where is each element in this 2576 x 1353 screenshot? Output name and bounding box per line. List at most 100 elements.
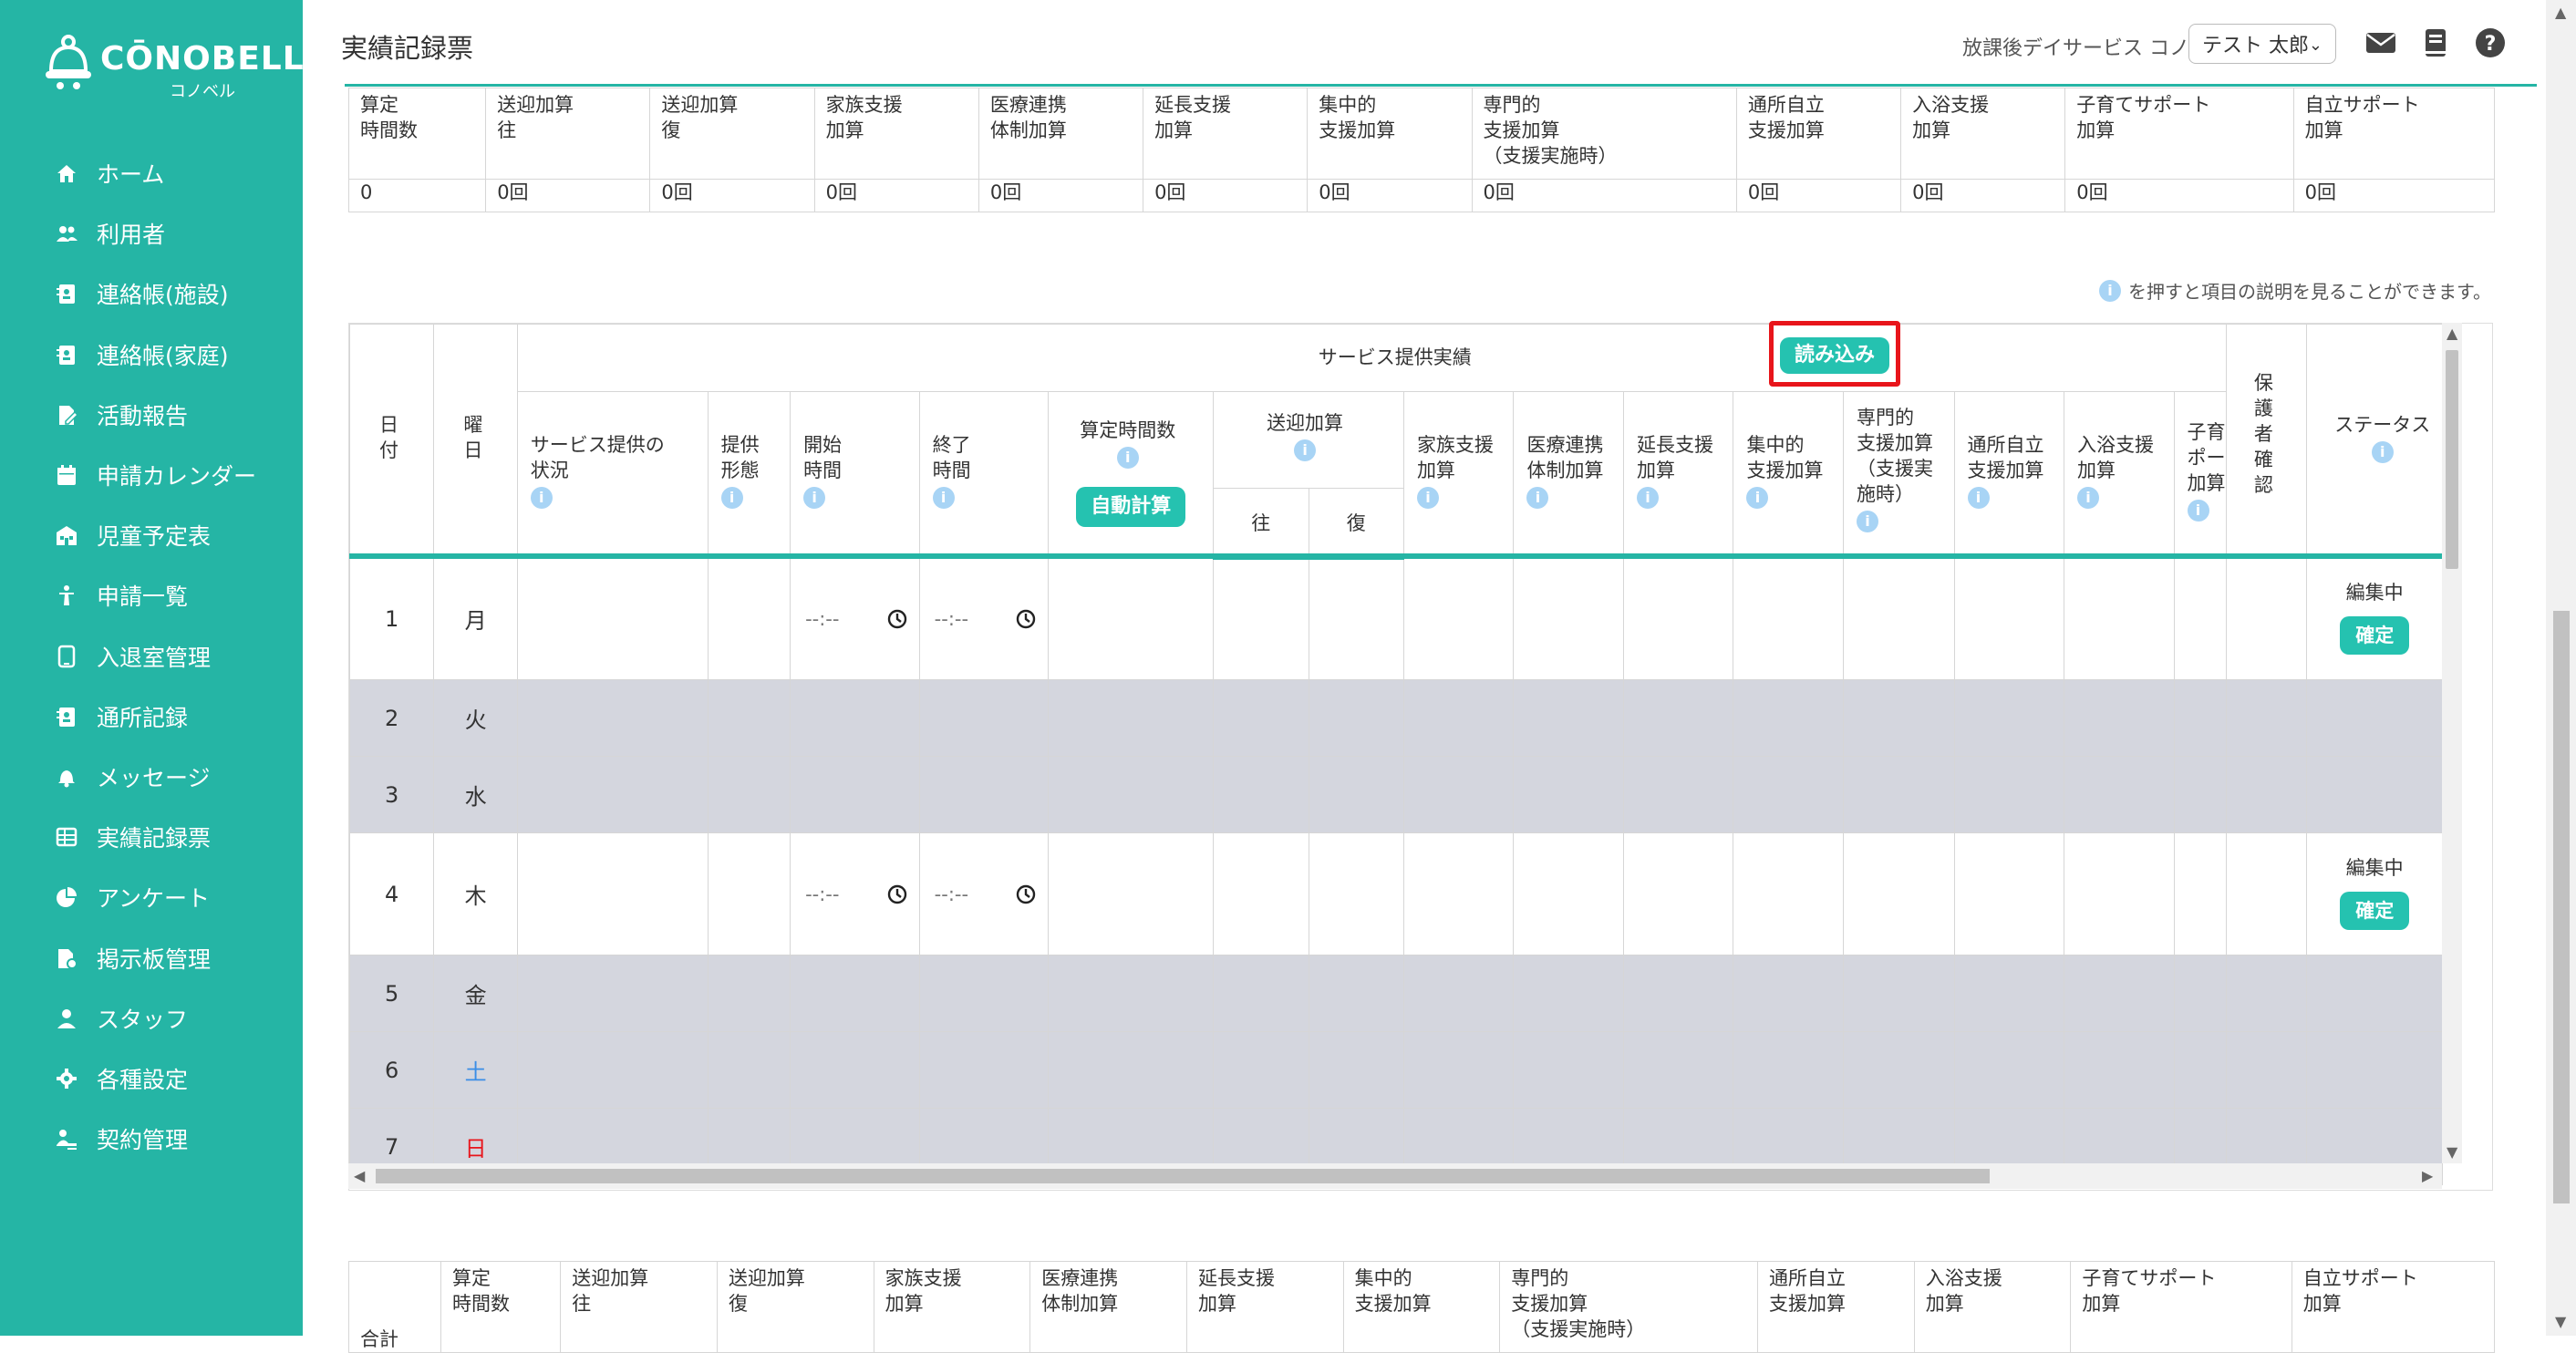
- sidebar-item-5[interactable]: 活動報告: [55, 393, 292, 437]
- pie-chart-icon: [55, 885, 78, 909]
- clock-icon[interactable]: [886, 883, 908, 905]
- scroll-thumb[interactable]: [2446, 350, 2458, 569]
- info-icon[interactable]: i: [1526, 487, 1549, 509]
- summary-header: 通所自立 支援加算: [1757, 1261, 1915, 1353]
- grid-cell[interactable]: [1402, 832, 1515, 955]
- grid-cell[interactable]: [1402, 557, 1515, 680]
- grid-cell[interactable]: [1213, 832, 1309, 955]
- sidebar-item-11[interactable]: メッセージ: [55, 755, 292, 799]
- info-icon[interactable]: i: [1416, 487, 1439, 509]
- scroll-down-icon[interactable]: ▼: [2555, 1313, 2566, 1330]
- scroll-thumb[interactable]: [2553, 611, 2570, 1203]
- help-icon[interactable]: ?: [2473, 26, 2508, 60]
- sidebar-item-8[interactable]: 申請一覧: [55, 573, 292, 617]
- grid-cell[interactable]: [2173, 557, 2227, 680]
- grid-cell[interactable]: [1843, 557, 1955, 680]
- end-time-input[interactable]: --:--: [918, 557, 1050, 680]
- info-icon[interactable]: i: [1294, 439, 1317, 461]
- sidebar-item-6[interactable]: 申請カレンダー: [55, 453, 292, 497]
- summary-header: 算定 時間数: [347, 88, 487, 180]
- grid-cell[interactable]: [2064, 557, 2175, 680]
- sidebar-item-4[interactable]: 連絡帳(家庭): [55, 333, 292, 377]
- sidebar-item-15[interactable]: スタッフ: [55, 997, 292, 1040]
- user-select[interactable]: テスト 太郎 ⌄: [2188, 24, 2336, 64]
- info-icon[interactable]: i: [2371, 441, 2394, 463]
- end-time-input[interactable]: --:--: [918, 832, 1050, 955]
- clock-icon[interactable]: [1015, 883, 1037, 905]
- grid-cell[interactable]: [2225, 557, 2308, 680]
- sidebar-item-17[interactable]: 契約管理: [55, 1117, 292, 1161]
- info-icon[interactable]: i: [2077, 487, 2100, 509]
- start-time-input[interactable]: --:--: [790, 832, 920, 955]
- info-icon[interactable]: i: [1636, 487, 1659, 509]
- confirm-button[interactable]: 確定: [2340, 616, 2410, 655]
- scroll-right-icon[interactable]: ▶: [2422, 1167, 2433, 1184]
- info-icon[interactable]: i: [2187, 500, 2209, 522]
- info-icon[interactable]: i: [1746, 487, 1769, 509]
- info-icon[interactable]: i: [530, 487, 553, 509]
- grid-cell[interactable]: [1048, 557, 1215, 680]
- grid-cell[interactable]: [2064, 832, 2175, 955]
- scroll-thumb[interactable]: [376, 1169, 1990, 1183]
- users-icon: [55, 222, 78, 245]
- grid-cell[interactable]: [1513, 557, 1624, 680]
- confirm-button[interactable]: 確定: [2340, 892, 2410, 930]
- info-icon[interactable]: i: [932, 487, 955, 509]
- start-time-input[interactable]: --:--: [790, 557, 920, 680]
- col-bath-header: 入浴支援 加算 i: [2064, 391, 2175, 558]
- grid-cell[interactable]: [707, 557, 791, 680]
- grid-cell[interactable]: [516, 557, 709, 680]
- page-scrollbar[interactable]: ▲ ▼: [2546, 0, 2576, 1336]
- sidebar-item-16[interactable]: 各種設定: [55, 1057, 292, 1100]
- scroll-down-icon[interactable]: ▼: [2447, 1143, 2457, 1161]
- grid-cell[interactable]: [1622, 557, 1734, 680]
- grid-cell[interactable]: [707, 832, 791, 955]
- sidebar-item-12[interactable]: 実績記録票: [55, 815, 292, 859]
- grid-cell[interactable]: [1733, 832, 1844, 955]
- info-icon[interactable]: i: [1967, 487, 1990, 509]
- sidebar-item-13[interactable]: アンケート: [55, 875, 292, 919]
- sidebar-item-9[interactable]: 入退室管理: [55, 635, 292, 678]
- grid-cell[interactable]: [1308, 832, 1404, 955]
- grid-cell[interactable]: [1733, 557, 1844, 680]
- app-logo[interactable]: CŌNOBELL コノベル: [42, 35, 304, 101]
- grid-cell[interactable]: [1953, 832, 2065, 955]
- grid-cell: [790, 1031, 920, 1109]
- auto-calc-button[interactable]: 自動計算: [1076, 487, 1186, 527]
- sidebar-item-7[interactable]: 児童予定表: [55, 513, 292, 557]
- grid-cell[interactable]: [516, 832, 709, 955]
- info-icon[interactable]: i: [1857, 511, 1878, 532]
- clock-icon[interactable]: [1015, 608, 1037, 630]
- grid-horizontal-scrollbar[interactable]: ◀ ▶: [348, 1163, 2442, 1189]
- grid-cell[interactable]: [1843, 832, 1955, 955]
- sidebar-item-14[interactable]: 掲示板管理: [55, 936, 292, 980]
- manual-book-icon[interactable]: [2418, 26, 2453, 60]
- info-icon[interactable]: i: [720, 487, 743, 509]
- grid-cell[interactable]: [1622, 832, 1734, 955]
- grid-cell: [1402, 1031, 1515, 1109]
- grid-cell[interactable]: [1213, 557, 1309, 680]
- grid-cell[interactable]: [1513, 832, 1624, 955]
- sidebar-item-2[interactable]: 利用者: [55, 212, 292, 255]
- scroll-up-icon[interactable]: ▲: [2447, 325, 2457, 342]
- col-transport-header: 送迎加算 i: [1213, 391, 1404, 489]
- grid-cell: [1513, 756, 1624, 833]
- clock-icon[interactable]: [886, 608, 908, 630]
- grid-cell[interactable]: [1308, 557, 1404, 680]
- sidebar-item-1[interactable]: ホーム: [55, 151, 292, 195]
- scroll-up-icon[interactable]: ▲: [2555, 4, 2566, 21]
- read-button[interactable]: 読み込み: [1780, 337, 1889, 374]
- grid-cell[interactable]: [1048, 832, 1215, 955]
- info-icon[interactable]: i: [803, 487, 826, 509]
- summary-header: 集中的 支援加算: [1307, 88, 1473, 180]
- grid-cell[interactable]: [2225, 832, 2308, 955]
- info-icon[interactable]: i: [1116, 447, 1139, 469]
- mail-icon[interactable]: [2364, 26, 2398, 60]
- sidebar-item-10[interactable]: 通所記録: [55, 695, 292, 738]
- grid-cell[interactable]: [1953, 557, 2065, 680]
- sidebar-item-3[interactable]: 連絡帳(施設): [55, 272, 292, 315]
- scroll-left-icon[interactable]: ◀: [354, 1167, 365, 1184]
- chevron-down-icon: ⌄: [2308, 36, 2323, 55]
- grid-vertical-scrollbar[interactable]: ▲ ▼: [2442, 323, 2462, 1163]
- grid-cell[interactable]: [2173, 832, 2227, 955]
